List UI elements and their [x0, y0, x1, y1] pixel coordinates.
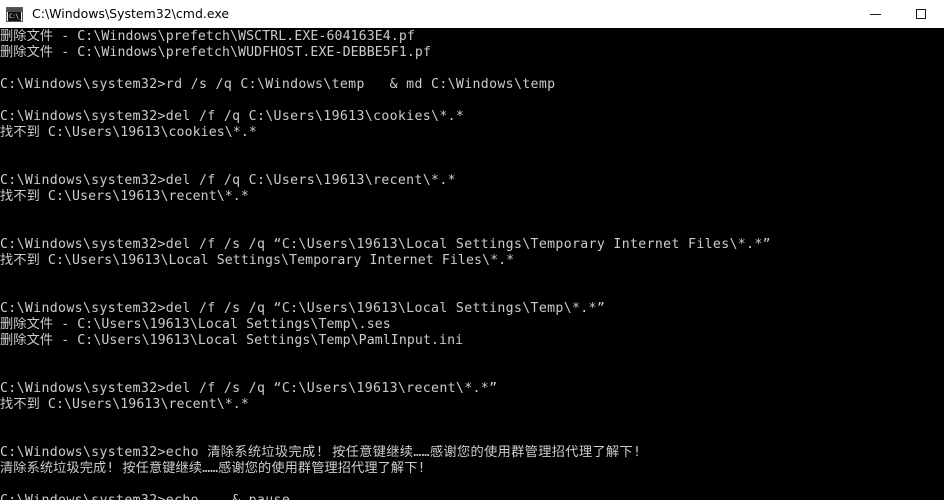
window-controls [852, 0, 944, 28]
console-output-area[interactable]: 删除文件 - C:\Windows\prefetch\WSCTRL.EXE-60… [0, 29, 944, 500]
console-line: C:\Windows\system32>rd /s /q C:\Windows\… [0, 77, 556, 92]
console-line: 删除文件 - C:\Windows\prefetch\WUDFHOST.EXE-… [0, 45, 432, 60]
console-line: 找不到 C:\Users\19613\recent\*.* [0, 189, 249, 204]
maximize-button[interactable] [898, 0, 944, 28]
console-line: 找不到 C:\Users\19613\Local Settings\Tempor… [0, 253, 515, 268]
console-line: C:\Windows\system32>del /f /s /q “C:\Use… [0, 301, 606, 316]
console-line: 找不到 C:\Users\19613\cookies\*.* [0, 125, 257, 140]
title-bar[interactable]: C:\_ C:\Windows\System32\cmd.exe [0, 0, 944, 29]
minimize-button[interactable] [852, 0, 898, 28]
cmd-icon-prompt: C:\_ [8, 11, 21, 21]
console-line: C:\Windows\system32>echo 清除系统垃圾完成! 按任意键继… [0, 445, 642, 460]
console-line: 清除系统垃圾完成! 按任意键继续……感谢您的使用群管理招代理了解下! [0, 461, 426, 476]
console-line: 删除文件 - C:\Users\19613\Local Settings\Tem… [0, 333, 464, 348]
title-bar-left: C:\_ C:\Windows\System32\cmd.exe [0, 6, 852, 22]
console-line: 删除文件 - C:\Users\19613\Local Settings\Tem… [0, 317, 391, 332]
console-line: C:\Windows\system32>del /f /s /q “C:\Use… [0, 237, 771, 252]
window-title: C:\Windows\System32\cmd.exe [32, 6, 230, 21]
minimize-icon [869, 13, 881, 15]
cmd-icon: C:\_ [6, 6, 23, 22]
cmd-window: C:\_ C:\Windows\System32\cmd.exe 删除文件 - … [0, 0, 944, 500]
maximize-icon [916, 9, 926, 19]
console-lines: 删除文件 - C:\Windows\prefetch\WSCTRL.EXE-60… [0, 29, 944, 500]
console-line: C:\Windows\system32>del /f /q C:\Users\1… [0, 173, 456, 188]
console-line: C:\Windows\system32>del /f /s /q “C:\Use… [0, 381, 498, 396]
console-line: C:\Windows\system32>echo. & pause [0, 493, 944, 500]
console-line: 找不到 C:\Users\19613\recent\*.* [0, 397, 249, 412]
console-line: C:\Windows\system32>del /f /q C:\Users\1… [0, 109, 465, 124]
console-line: 删除文件 - C:\Windows\prefetch\WSCTRL.EXE-60… [0, 29, 415, 44]
